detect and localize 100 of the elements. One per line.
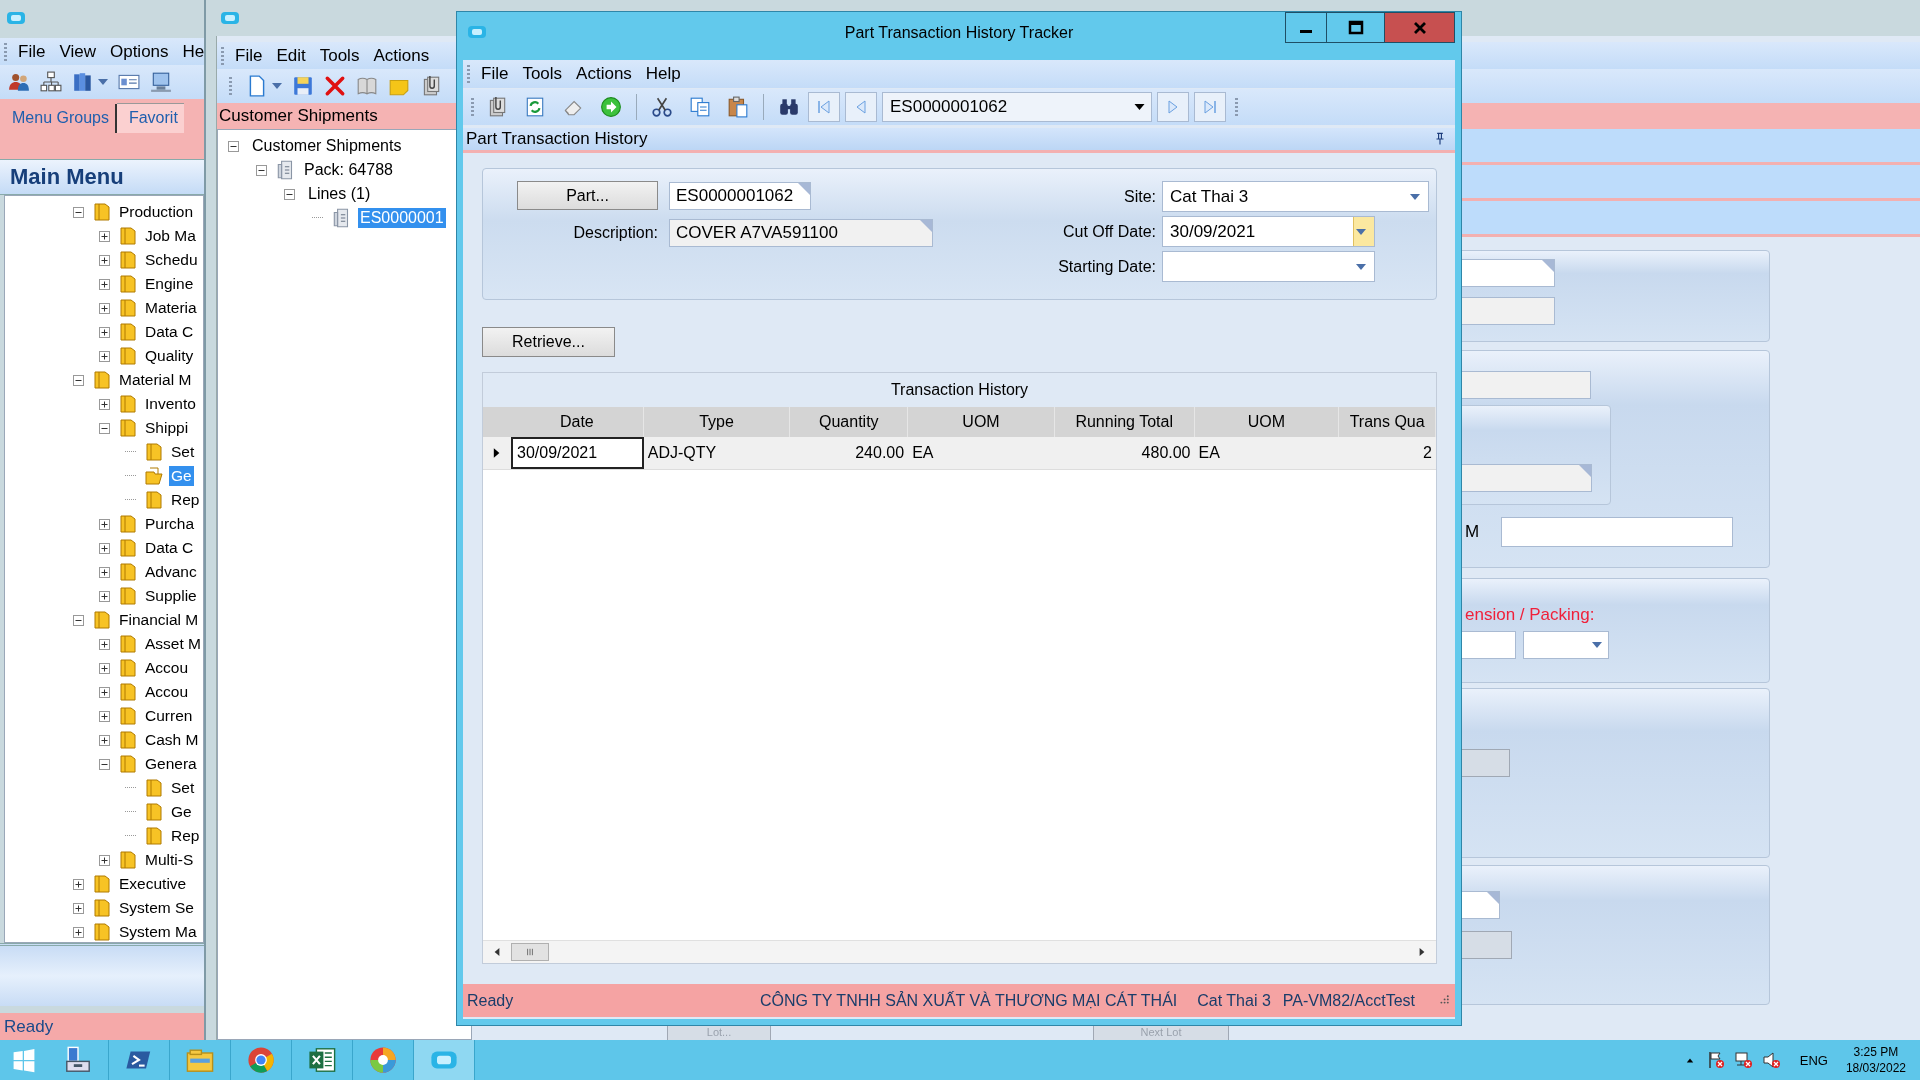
tree-item[interactable]: Shippi bbox=[143, 418, 191, 438]
tree-item[interactable]: Customer Shipments bbox=[250, 136, 404, 156]
hierarchy-icon[interactable] bbox=[40, 71, 62, 93]
part-button[interactable]: Part... bbox=[517, 181, 658, 210]
menu-item[interactable]: Actions bbox=[569, 64, 639, 84]
expand-icon[interactable] bbox=[99, 734, 110, 746]
collapse-icon[interactable] bbox=[228, 140, 239, 152]
expand-icon[interactable] bbox=[99, 518, 110, 530]
input-field[interactable] bbox=[1501, 517, 1734, 547]
close-button[interactable] bbox=[1385, 12, 1455, 43]
menu-item[interactable]: Actions bbox=[366, 45, 437, 66]
expand-icon[interactable] bbox=[99, 686, 110, 698]
speaker-icon[interactable] bbox=[1761, 1050, 1782, 1070]
tree-item[interactable]: Cash M bbox=[143, 730, 201, 750]
record-dropdown[interactable]: ES0000001062 bbox=[882, 92, 1152, 122]
people-icon[interactable] bbox=[8, 71, 30, 93]
tree-item[interactable]: Purcha bbox=[143, 514, 197, 534]
expand-icon[interactable] bbox=[73, 902, 84, 914]
language-indicator[interactable]: ENG bbox=[1799, 1052, 1828, 1068]
expand-icon[interactable] bbox=[99, 710, 110, 722]
paste-icon[interactable] bbox=[727, 96, 749, 118]
menu-item[interactable]: Options bbox=[102, 41, 176, 62]
refresh-icon[interactable] bbox=[524, 96, 546, 118]
expand-icon[interactable] bbox=[73, 878, 84, 890]
horizontal-scrollbar[interactable] bbox=[483, 940, 1436, 963]
scroll-thumb[interactable] bbox=[511, 943, 549, 961]
collapse-icon[interactable] bbox=[99, 758, 110, 770]
tree-item[interactable]: Asset M bbox=[143, 634, 203, 654]
dropdown[interactable]: Cat Thai 3 bbox=[1162, 181, 1429, 212]
network-icon[interactable] bbox=[1733, 1050, 1754, 1070]
expand-icon[interactable] bbox=[99, 854, 110, 866]
cell-editor[interactable]: 30/09/2021 bbox=[511, 437, 644, 469]
menu-item[interactable]: File bbox=[474, 64, 516, 84]
tree-item[interactable]: Lines (1) bbox=[306, 184, 373, 204]
menu-item[interactable]: He bbox=[175, 41, 204, 62]
collapse-icon[interactable] bbox=[73, 614, 84, 626]
tree-item[interactable]: Set bbox=[169, 778, 197, 798]
tree-item[interactable]: Data C bbox=[143, 538, 196, 558]
tree-item[interactable]: Job Ma bbox=[143, 226, 198, 246]
tree-item[interactable]: Materia bbox=[143, 298, 199, 318]
tree-item[interactable]: Engine bbox=[143, 274, 196, 294]
copy-icon[interactable] bbox=[689, 96, 711, 118]
tree-item[interactable]: Ge bbox=[169, 802, 194, 822]
tree-item[interactable]: Executive bbox=[117, 874, 189, 894]
dropdown[interactable]: 30/09/2021 bbox=[1162, 216, 1375, 247]
expand-icon[interactable] bbox=[99, 662, 110, 674]
clock[interactable]: 3:25 PM 18/03/2022 bbox=[1845, 1044, 1906, 1076]
book-icon[interactable] bbox=[356, 75, 378, 97]
collapse-icon[interactable] bbox=[73, 374, 84, 386]
computer-icon[interactable] bbox=[150, 71, 172, 93]
tree-item[interactable]: Rep bbox=[169, 490, 202, 510]
collapse-icon[interactable] bbox=[99, 422, 110, 434]
expand-icon[interactable] bbox=[99, 350, 110, 362]
collapse-icon[interactable] bbox=[256, 164, 267, 176]
tree-item[interactable]: Rep bbox=[169, 826, 202, 846]
expand-icon[interactable] bbox=[73, 926, 84, 938]
delete-icon[interactable] bbox=[324, 75, 346, 97]
menu-item[interactable]: Help bbox=[638, 64, 688, 84]
expand-icon[interactable] bbox=[99, 638, 110, 650]
minimize-button[interactable] bbox=[1285, 12, 1327, 43]
tree-item[interactable]: Financial M bbox=[117, 610, 201, 630]
menu-item[interactable]: Edit bbox=[269, 45, 313, 66]
expand-icon[interactable] bbox=[99, 254, 110, 266]
menu-item[interactable]: File bbox=[228, 45, 270, 66]
tree-item[interactable]: Set bbox=[169, 442, 197, 462]
tree-item[interactable]: Data C bbox=[143, 322, 196, 342]
tree-item[interactable]: Multi-S bbox=[143, 850, 196, 870]
tree-item[interactable]: Advanc bbox=[143, 562, 199, 582]
caret-icon[interactable] bbox=[98, 79, 108, 85]
menu-item[interactable]: Tools bbox=[312, 45, 367, 66]
tree-item[interactable]: Accou bbox=[143, 682, 191, 702]
collapse-icon[interactable] bbox=[284, 188, 295, 200]
expand-icon[interactable] bbox=[99, 398, 110, 410]
collapse-icon[interactable] bbox=[73, 206, 84, 218]
tree-item[interactable]: Material M bbox=[117, 370, 194, 390]
input-field[interactable]: ES0000001062 bbox=[669, 181, 811, 210]
expand-icon[interactable] bbox=[99, 278, 110, 290]
binoculars-icon[interactable] bbox=[778, 96, 800, 118]
tree-item[interactable]: Schedu bbox=[143, 250, 200, 270]
tree-item[interactable]: Quality bbox=[143, 346, 196, 366]
tree-item[interactable]: Accou bbox=[143, 658, 191, 678]
menu-item[interactable]: File bbox=[11, 41, 53, 62]
tree-item[interactable]: Invento bbox=[143, 394, 198, 414]
tree-item[interactable]: Supplie bbox=[143, 586, 199, 606]
books-icon[interactable] bbox=[72, 71, 94, 93]
tree-item[interactable]: Production bbox=[117, 202, 196, 222]
expand-icon[interactable] bbox=[99, 302, 110, 314]
tab[interactable]: Favorit bbox=[116, 103, 184, 133]
tree-item[interactable]: System Se bbox=[117, 898, 196, 918]
expand-icon[interactable] bbox=[99, 590, 110, 602]
arrow-circle-icon[interactable] bbox=[600, 96, 622, 118]
caret-icon[interactable] bbox=[272, 83, 282, 89]
expand-icon[interactable] bbox=[99, 566, 110, 578]
retrieve-button[interactable]: Retrieve... bbox=[482, 327, 615, 357]
menu-item[interactable]: View bbox=[52, 41, 103, 62]
expand-icon[interactable] bbox=[99, 326, 110, 338]
expand-icon[interactable] bbox=[99, 230, 110, 242]
expand-icon[interactable] bbox=[99, 542, 110, 554]
scissors-icon[interactable] bbox=[651, 96, 673, 118]
tree-item[interactable]: Genera bbox=[143, 754, 199, 774]
